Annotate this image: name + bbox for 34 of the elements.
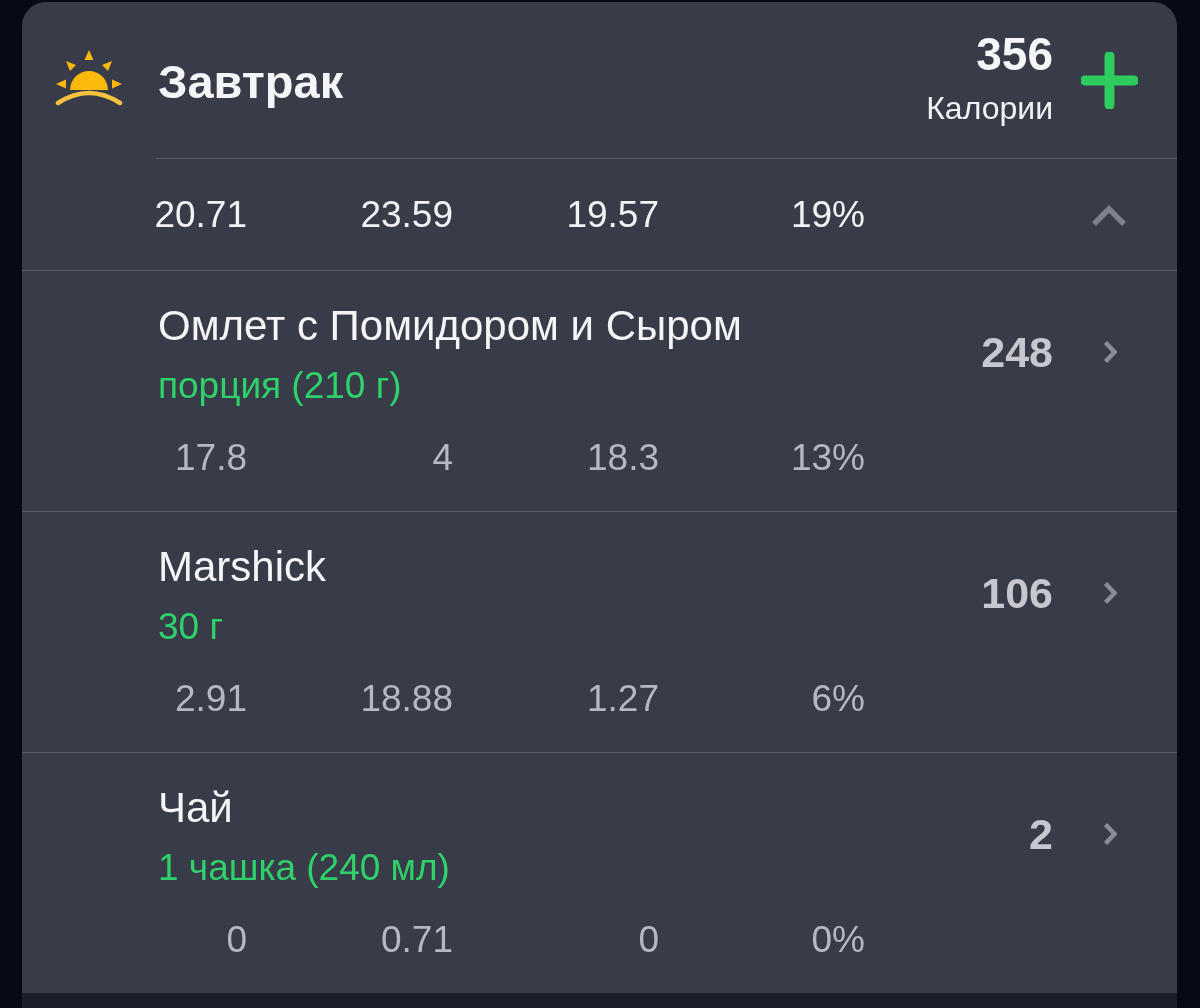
total-value: 20.71 [154, 192, 247, 237]
food-name: Омлет с Помидором и Сыром [158, 301, 742, 351]
macro-value: 17.8 [175, 436, 247, 480]
macro-value: 1.27 [587, 677, 659, 721]
macro-value: 18.88 [360, 677, 453, 721]
macro-value: 6% [811, 677, 865, 721]
macro-value: 13% [790, 436, 865, 480]
sunrise-icon [55, 48, 123, 106]
food-name: Чай [158, 783, 233, 833]
chevron-right-icon [1103, 581, 1117, 605]
macro-value: 18.3 [587, 436, 659, 480]
total-value: 19.57 [566, 192, 659, 237]
total-value: 23.59 [360, 192, 453, 237]
macro-value: 0% [811, 918, 865, 962]
item-calories: 106 [981, 568, 1053, 619]
total-value: 19% [790, 192, 865, 237]
calories-label: Калории [926, 89, 1053, 128]
item-calories: 248 [981, 327, 1053, 378]
macro-value: 2.91 [175, 677, 247, 721]
item-calories: 2 [1029, 809, 1053, 860]
macro-value: 0 [638, 918, 659, 962]
food-name: Marshick [158, 542, 327, 592]
meal-title: Завтрак [158, 54, 344, 110]
serving-size: порция (210 г) [158, 364, 402, 408]
plus-icon [1081, 51, 1138, 109]
macro-value: 0 [226, 918, 247, 962]
calories-total: 356 [976, 29, 1053, 79]
add-button[interactable] [1081, 51, 1138, 109]
chevron-right-icon [1103, 822, 1117, 846]
serving-size: 1 чашка (240 мл) [158, 846, 450, 890]
serving-size: 30 г [158, 605, 223, 649]
chevron-right-icon [1103, 340, 1117, 364]
macro-value: 0.71 [381, 918, 453, 962]
macro-value: 4 [432, 436, 453, 480]
